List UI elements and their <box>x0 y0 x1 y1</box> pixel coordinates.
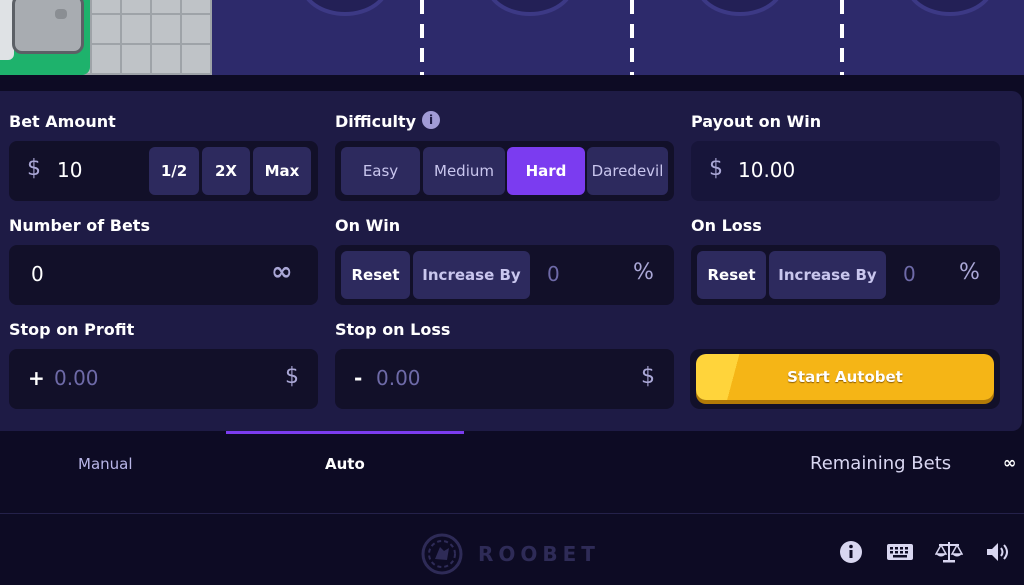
keyboard-icon[interactable] <box>886 540 914 564</box>
max-bet-button[interactable]: Max <box>253 147 311 195</box>
stop-profit-field[interactable]: + 0.00 $ <box>9 349 318 409</box>
stop-loss-value[interactable]: 0.00 <box>376 366 421 390</box>
remaining-bets-label: Remaining Bets <box>810 453 952 474</box>
on-win-value[interactable]: 0 <box>547 262 560 286</box>
difficulty-medium[interactable]: Medium <box>423 147 505 195</box>
lane-coin[interactable] <box>300 0 390 16</box>
scales-icon[interactable] <box>934 540 964 564</box>
bet-amount-value[interactable]: 10 <box>57 158 82 182</box>
on-loss-increase-button[interactable]: Increase By <box>769 251 886 299</box>
tab-auto[interactable]: Auto <box>325 455 365 473</box>
number-of-bets-value[interactable]: 0 <box>31 262 44 286</box>
difficulty-hard[interactable]: Hard <box>507 147 585 195</box>
on-loss-label: On Loss <box>691 216 762 235</box>
stop-loss-field[interactable]: - 0.00 $ <box>335 349 674 409</box>
difficulty-daredevil[interactable]: Daredevil <box>587 147 668 195</box>
on-win-increase-button[interactable]: Increase By <box>413 251 530 299</box>
roobet-logo-icon <box>421 533 463 575</box>
payout-label: Payout on Win <box>691 112 822 131</box>
dollar-icon: $ <box>709 156 723 181</box>
double-bet-button[interactable]: 2X <box>202 147 250 195</box>
stop-profit-label: Stop on Profit <box>9 320 135 339</box>
plus-sign: + <box>28 366 45 390</box>
stop-profit-value[interactable]: 0.00 <box>54 366 99 390</box>
active-tab-underline <box>226 431 464 434</box>
payout-value: 10.00 <box>738 158 796 182</box>
lane-divider <box>420 0 424 75</box>
lane-divider <box>840 0 844 75</box>
minus-sign: - <box>354 366 363 390</box>
number-of-bets-field[interactable]: 0 ∞ <box>9 245 318 305</box>
footer-divider <box>0 513 1024 514</box>
number-of-bets-label: Number of Bets <box>9 216 150 235</box>
infinity-icon[interactable]: ∞ <box>271 257 293 287</box>
on-win-field: Reset Increase By 0 % <box>335 245 674 305</box>
stop-loss-label: Stop on Loss <box>335 320 451 339</box>
on-loss-reset-button[interactable]: Reset <box>697 251 766 299</box>
on-win-label: On Win <box>335 216 401 235</box>
lane-coin[interactable] <box>905 0 995 16</box>
start-autobet-button[interactable]: Start Autobet <box>696 354 994 400</box>
half-bet-button[interactable]: 1/2 <box>149 147 199 195</box>
info-icon[interactable]: i <box>422 111 440 129</box>
tab-manual[interactable]: Manual <box>78 455 133 473</box>
info-icon[interactable] <box>839 540 863 564</box>
difficulty-selector: Easy Medium Hard Daredevil <box>335 141 674 201</box>
difficulty-label: Difficulty <box>335 112 417 131</box>
lane-coin[interactable] <box>695 0 785 16</box>
start-autobet-wrap: Start Autobet <box>690 349 1000 409</box>
on-win-reset-button[interactable]: Reset <box>341 251 410 299</box>
dollar-icon: $ <box>27 156 41 181</box>
game-board-strip <box>0 0 1024 75</box>
percent-icon: % <box>633 260 654 285</box>
speaker-icon[interactable] <box>985 540 1013 564</box>
on-loss-value[interactable]: 0 <box>903 262 916 286</box>
remaining-bets-value: ∞ <box>1003 453 1017 472</box>
brand-logo: ROOBET <box>420 532 600 576</box>
difficulty-easy[interactable]: Easy <box>341 147 420 195</box>
bet-amount-field[interactable]: $ 10 1/2 2X Max <box>9 141 318 201</box>
bet-amount-label: Bet Amount <box>9 112 116 131</box>
on-loss-field: Reset Increase By 0 % <box>691 245 1000 305</box>
lane-divider <box>630 0 634 75</box>
stone-tile <box>12 0 84 54</box>
percent-icon: % <box>959 260 980 285</box>
lane-coin[interactable] <box>485 0 575 16</box>
dollar-icon: $ <box>285 364 299 389</box>
payout-field: $ 10.00 <box>691 141 1000 201</box>
revealed-tile <box>0 0 212 75</box>
brand-name: ROOBET <box>478 542 600 566</box>
dollar-icon: $ <box>641 364 655 389</box>
